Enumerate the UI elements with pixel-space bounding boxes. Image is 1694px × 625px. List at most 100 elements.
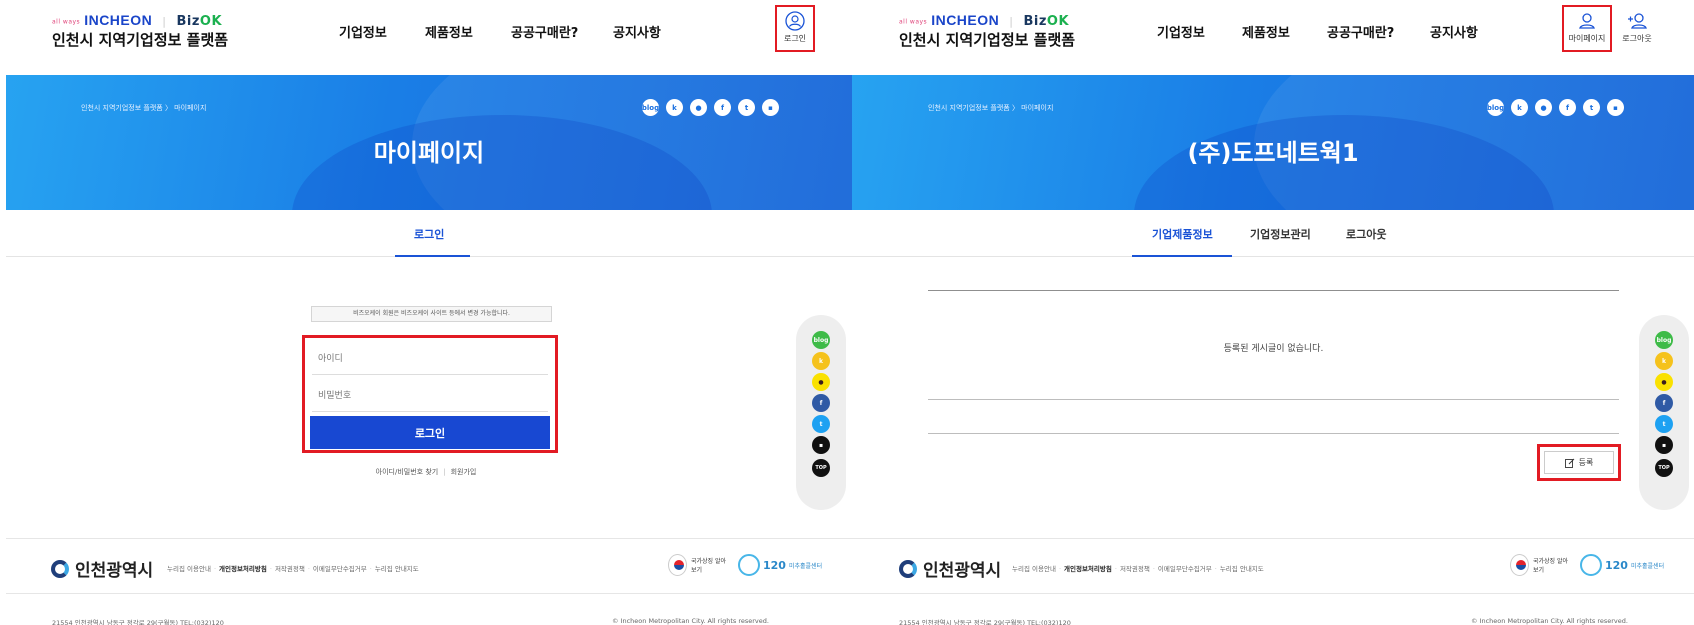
footer-link-sitemap[interactable]: 누리집 안내지도 xyxy=(1220,565,1264,573)
band-icon[interactable]: ▪ xyxy=(762,99,779,116)
nav-notice[interactable]: 공지사항 xyxy=(1430,22,1478,41)
nav-public-purchase[interactable]: 공공구매란? xyxy=(511,22,578,41)
quick-kakaotalk-icon[interactable]: ● xyxy=(812,373,830,391)
quick-twitter-icon[interactable]: t xyxy=(812,415,830,433)
kakaotalk-icon[interactable]: ● xyxy=(1535,99,1552,116)
national-symbol-badge[interactable]: 국가상징 알아보기 xyxy=(668,553,730,577)
tab-logout[interactable]: 로그아웃 xyxy=(1346,226,1386,242)
footer-link-email[interactable]: 이메일무단수집거부 xyxy=(1158,565,1212,573)
blog-icon[interactable]: blog xyxy=(1487,99,1504,116)
register-highlight-box: 등록 xyxy=(1537,444,1621,481)
quick-kakaostory-icon[interactable]: k xyxy=(812,352,830,370)
footer-city-logo[interactable]: 인천광역시 xyxy=(899,556,1001,581)
page-title: (주)도프네트웍1 xyxy=(1187,139,1359,167)
call-center-badge[interactable]: 120 미추홀콜센터 xyxy=(1580,553,1664,577)
footer-address: 21554 인천광역시 남동구 정각로 29(구월동) TEL:(032)120 xyxy=(52,619,224,625)
footer-link-privacy[interactable]: 개인정보처리방침 xyxy=(1064,565,1112,573)
nav-company-info[interactable]: 기업정보 xyxy=(1157,22,1205,41)
tab-company-info-manage[interactable]: 기업정보관리 xyxy=(1250,226,1311,242)
footer-link-copyright[interactable]: 저작권정책 xyxy=(275,565,305,573)
quick-facebook-icon[interactable]: f xyxy=(1655,394,1673,412)
nav-product-info[interactable]: 제품정보 xyxy=(1242,22,1290,41)
login-button[interactable]: 로그인 xyxy=(310,416,550,449)
link-dot: · xyxy=(269,565,272,573)
board-top-line xyxy=(928,290,1619,291)
login-form-highlight: 로그인 xyxy=(302,335,558,453)
footer-city-name: 인천광역시 xyxy=(923,561,1002,581)
footer-link-privacy[interactable]: 개인정보처리방침 xyxy=(219,565,267,573)
facebook-icon[interactable]: f xyxy=(1559,99,1576,116)
link-dot: · xyxy=(1114,565,1117,573)
kakaostory-icon[interactable]: k xyxy=(666,99,683,116)
header-login-button[interactable]: 로그인 xyxy=(772,11,818,44)
footer-link-copyright[interactable]: 저작권정책 xyxy=(1120,565,1150,573)
call-center-badge[interactable]: 120 미추홀콜센터 xyxy=(738,553,822,577)
footer-address: 21554 인천광역시 남동구 정각로 29(구월동) TEL:(032)120 xyxy=(899,619,1071,625)
login-page-panel: all ways INCHEON | BizOK 인천시 지역기업정보 플랫폼 … xyxy=(0,0,852,625)
link-dot: · xyxy=(369,565,372,573)
site-logo[interactable]: all ways INCHEON | BizOK xyxy=(899,12,1069,29)
quick-twitter-icon[interactable]: t xyxy=(1655,415,1673,433)
page-banner: 인천시 지역기업정보 플랫폼 〉 마이페이지 (주)도프네트웍1 blog k … xyxy=(852,75,1694,210)
logo-separator: | xyxy=(1009,15,1014,28)
kakaostory-icon[interactable]: k xyxy=(1511,99,1528,116)
site-logo[interactable]: all ways INCHEON | BizOK xyxy=(52,12,222,29)
quick-blog-icon[interactable]: blog xyxy=(812,331,830,349)
facebook-icon[interactable]: f xyxy=(714,99,731,116)
quick-kakaostory-icon[interactable]: k xyxy=(1655,352,1673,370)
national-symbol-badge[interactable]: 국가상징 알아보기 xyxy=(1510,553,1572,577)
username-input[interactable] xyxy=(312,343,548,375)
quick-top-button[interactable]: TOP xyxy=(1655,459,1673,477)
footer-city-name: 인천광역시 xyxy=(75,561,154,581)
logo-ok: OK xyxy=(199,14,223,29)
password-input[interactable] xyxy=(312,380,548,412)
quick-band-icon[interactable]: ▪ xyxy=(1655,436,1673,454)
taegeuk-icon xyxy=(1510,554,1529,576)
register-label: 등록 xyxy=(1578,458,1594,467)
link-dot: · xyxy=(307,565,310,573)
nav-company-info[interactable]: 기업정보 xyxy=(339,22,387,41)
nav-notice[interactable]: 공지사항 xyxy=(613,22,661,41)
tab-company-products[interactable]: 기업제품정보 xyxy=(1152,226,1213,242)
footer-badges: 국가상징 알아보기 120 미추홀콜센터 xyxy=(1510,553,1664,577)
register-button[interactable]: 등록 xyxy=(1544,451,1614,474)
link-dot: · xyxy=(1152,565,1155,573)
footer-link-email[interactable]: 이메일무단수집거부 xyxy=(313,565,367,573)
nav-public-purchase[interactable]: 공공구매란? xyxy=(1327,22,1394,41)
site-title[interactable]: 인천시 지역기업정보 플랫폼 xyxy=(899,29,1075,50)
band-icon[interactable]: ▪ xyxy=(1607,99,1624,116)
tab-login[interactable]: 로그인 xyxy=(414,226,444,242)
quick-facebook-icon[interactable]: f xyxy=(812,394,830,412)
call-center-text: 미추홀콜센터 xyxy=(788,562,823,570)
national-symbol-text: 국가상징 알아보기 xyxy=(690,558,726,574)
quick-blog-icon[interactable]: blog xyxy=(1655,331,1673,349)
city-logo-icon xyxy=(899,559,917,578)
footer-link-guide[interactable]: 누리집 이용안내 xyxy=(167,565,211,573)
kakaotalk-icon[interactable]: ● xyxy=(690,99,707,116)
quick-kakaotalk-icon[interactable]: ● xyxy=(1655,373,1673,391)
logout-label: 로그아웃 xyxy=(1622,34,1652,43)
site-title[interactable]: 인천시 지역기업정보 플랫폼 xyxy=(52,29,228,50)
board-bottom-line xyxy=(928,399,1619,400)
social-links: blog k ● f t ▪ xyxy=(1487,99,1624,116)
footer-link-sitemap[interactable]: 누리집 안내지도 xyxy=(375,565,419,573)
taegeuk-icon xyxy=(668,554,687,576)
footer-city-logo[interactable]: 인천광역시 xyxy=(51,556,153,581)
footer-links: 누리집 이용안내 · 개인정보처리방침 · 저작권정책 · 이메일무단수집거부 · 누리집 안내… xyxy=(167,563,419,573)
quick-top-button[interactable]: TOP xyxy=(812,459,830,477)
quick-band-icon[interactable]: ▪ xyxy=(812,436,830,454)
nav-product-info[interactable]: 제품정보 xyxy=(425,22,473,41)
tab-bar: 기업제품정보 기업정보관리 로그아웃 xyxy=(852,210,1694,257)
twitter-icon[interactable]: t xyxy=(1583,99,1600,116)
blog-icon[interactable]: blog xyxy=(642,99,659,116)
header-logout-button[interactable]: 로그아웃 xyxy=(1614,11,1660,44)
find-account-link[interactable]: 아이디/비밀번호 찾기 xyxy=(376,468,439,476)
logo-ok: OK xyxy=(1046,14,1070,29)
footer-links: 누리집 이용안내 · 개인정보처리방침 · 저작권정책 · 이메일무단수집거부 · 누리집 안내… xyxy=(1012,563,1264,573)
footer-link-guide[interactable]: 누리집 이용안내 xyxy=(1012,565,1056,573)
login-links: 아이디/비밀번호 찾기 | 회원가입 xyxy=(0,467,852,477)
join-link[interactable]: 회원가입 xyxy=(451,468,477,476)
login-notice: 비즈오케이 회원은 비즈오케이 사이트 등에서 변경 가능합니다. xyxy=(311,306,552,322)
twitter-icon[interactable]: t xyxy=(738,99,755,116)
header-mypage-button[interactable]: 마이페이지 xyxy=(1564,11,1610,44)
